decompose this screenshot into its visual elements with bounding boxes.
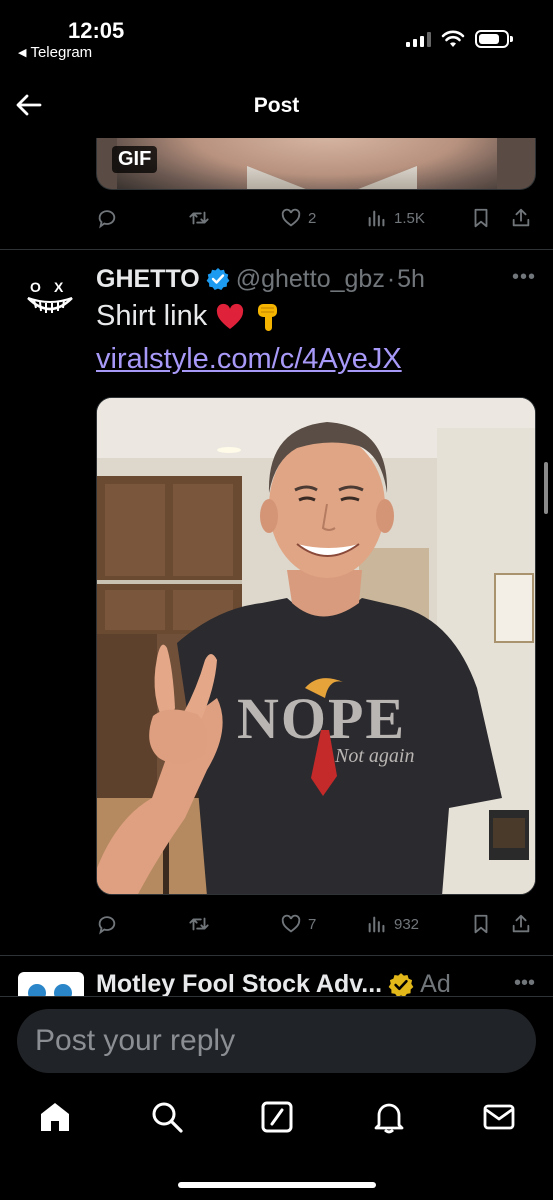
share-button[interactable] bbox=[510, 207, 536, 229]
author-name[interactable]: GHETTO bbox=[96, 265, 200, 294]
post-text-content: Shirt link bbox=[96, 300, 208, 332]
back-triangle-icon: ◀ bbox=[18, 47, 27, 59]
views-button[interactable]: 1.5K bbox=[366, 207, 470, 229]
author-handle[interactable]: @ghetto_gbz bbox=[236, 265, 385, 294]
like-count: 2 bbox=[308, 209, 317, 227]
messages-icon[interactable] bbox=[482, 1100, 516, 1134]
status-time: 12:05 bbox=[68, 18, 125, 43]
views-icon bbox=[368, 210, 385, 227]
home-indicator[interactable] bbox=[178, 1182, 376, 1188]
bookmark-icon bbox=[474, 208, 488, 228]
views-icon bbox=[368, 916, 385, 933]
post-time: 5h bbox=[397, 264, 425, 293]
wifi-icon bbox=[441, 30, 465, 47]
heart-icon bbox=[281, 914, 301, 933]
advertiser-name[interactable]: Motley Fool Stock Adv... bbox=[96, 970, 382, 996]
battery-icon bbox=[475, 30, 513, 48]
battery-level bbox=[479, 34, 499, 44]
more-options-icon[interactable]: ••• bbox=[514, 972, 535, 995]
gold-verified-badge-icon bbox=[388, 972, 414, 996]
like-count: 7 bbox=[308, 915, 317, 933]
red-heart-icon bbox=[217, 303, 244, 329]
bookmark-button[interactable] bbox=[470, 913, 510, 935]
svg-text:X: X bbox=[54, 279, 64, 295]
like-button[interactable]: 2 bbox=[280, 207, 366, 229]
bookmark-icon bbox=[474, 914, 488, 934]
share-icon bbox=[512, 208, 530, 227]
photo-person-in-shirt: NOPE Not again bbox=[97, 398, 535, 894]
shirt-link[interactable]: viralstyle.com/c/4AyeJX bbox=[96, 343, 402, 376]
author-avatar[interactable]: O X bbox=[22, 268, 78, 324]
cellular-signal-icon bbox=[406, 31, 431, 47]
share-icon bbox=[512, 914, 530, 933]
advertiser-avatar bbox=[18, 972, 84, 996]
shirt-print-sub: Not again bbox=[334, 745, 414, 767]
search-icon[interactable] bbox=[150, 1100, 184, 1134]
reply-input[interactable] bbox=[17, 1009, 536, 1073]
top-header: Post bbox=[0, 72, 553, 138]
reply-icon bbox=[98, 916, 116, 935]
repost-button[interactable] bbox=[188, 207, 280, 229]
bookmark-button[interactable] bbox=[470, 207, 510, 229]
more-options-icon[interactable]: ••• bbox=[512, 266, 536, 289]
promoted-post[interactable]: Motley Fool Stock Adv... Ad ••• bbox=[0, 956, 553, 996]
views-button[interactable]: 932 bbox=[366, 913, 470, 935]
repost-button[interactable] bbox=[188, 913, 280, 935]
post-divider bbox=[0, 249, 553, 250]
gif-badge: GIF bbox=[112, 146, 158, 173]
repost-icon bbox=[189, 211, 209, 225]
reply-composer bbox=[0, 996, 553, 1084]
page-title: Post bbox=[253, 94, 300, 117]
status-icons bbox=[406, 30, 513, 48]
like-button[interactable]: 7 bbox=[280, 913, 366, 935]
ad-header: Motley Fool Stock Adv... Ad bbox=[96, 970, 451, 996]
post-text: Shirt link bbox=[96, 300, 283, 333]
ad-label: Ad bbox=[420, 970, 451, 996]
repost-icon bbox=[189, 917, 209, 931]
grok-icon[interactable] bbox=[260, 1100, 294, 1134]
notifications-icon[interactable] bbox=[372, 1100, 406, 1134]
heart-icon bbox=[281, 208, 301, 227]
pointing-down-icon bbox=[258, 303, 278, 331]
reply-button[interactable] bbox=[96, 207, 188, 229]
view-count: 932 bbox=[394, 915, 420, 933]
status-bar: 12:05 ◀ Telegram bbox=[0, 0, 553, 72]
home-icon[interactable] bbox=[38, 1100, 72, 1134]
scrollbar[interactable] bbox=[544, 462, 548, 514]
back-to-app-link[interactable]: ◀ Telegram bbox=[18, 44, 92, 61]
previous-post-media[interactable] bbox=[96, 138, 536, 190]
post-header: GHETTO @ghetto_gbz · 5h ••• bbox=[96, 262, 536, 296]
meta-separator: · bbox=[386, 264, 396, 293]
verified-badge-icon bbox=[206, 268, 230, 290]
reply-button[interactable] bbox=[96, 913, 188, 935]
reply-icon bbox=[98, 210, 116, 229]
svg-text:O: O bbox=[30, 279, 41, 295]
share-button[interactable] bbox=[510, 913, 536, 935]
skull-logo-icon: O X bbox=[27, 279, 73, 313]
view-count: 1.5K bbox=[394, 209, 425, 227]
gif-frame bbox=[117, 138, 497, 189]
post-actions: 7 932 bbox=[96, 909, 536, 939]
post-photo[interactable]: NOPE Not again bbox=[96, 397, 536, 895]
previous-post-actions: 2 1.5K bbox=[96, 203, 536, 233]
back-app-label: Telegram bbox=[30, 44, 93, 61]
